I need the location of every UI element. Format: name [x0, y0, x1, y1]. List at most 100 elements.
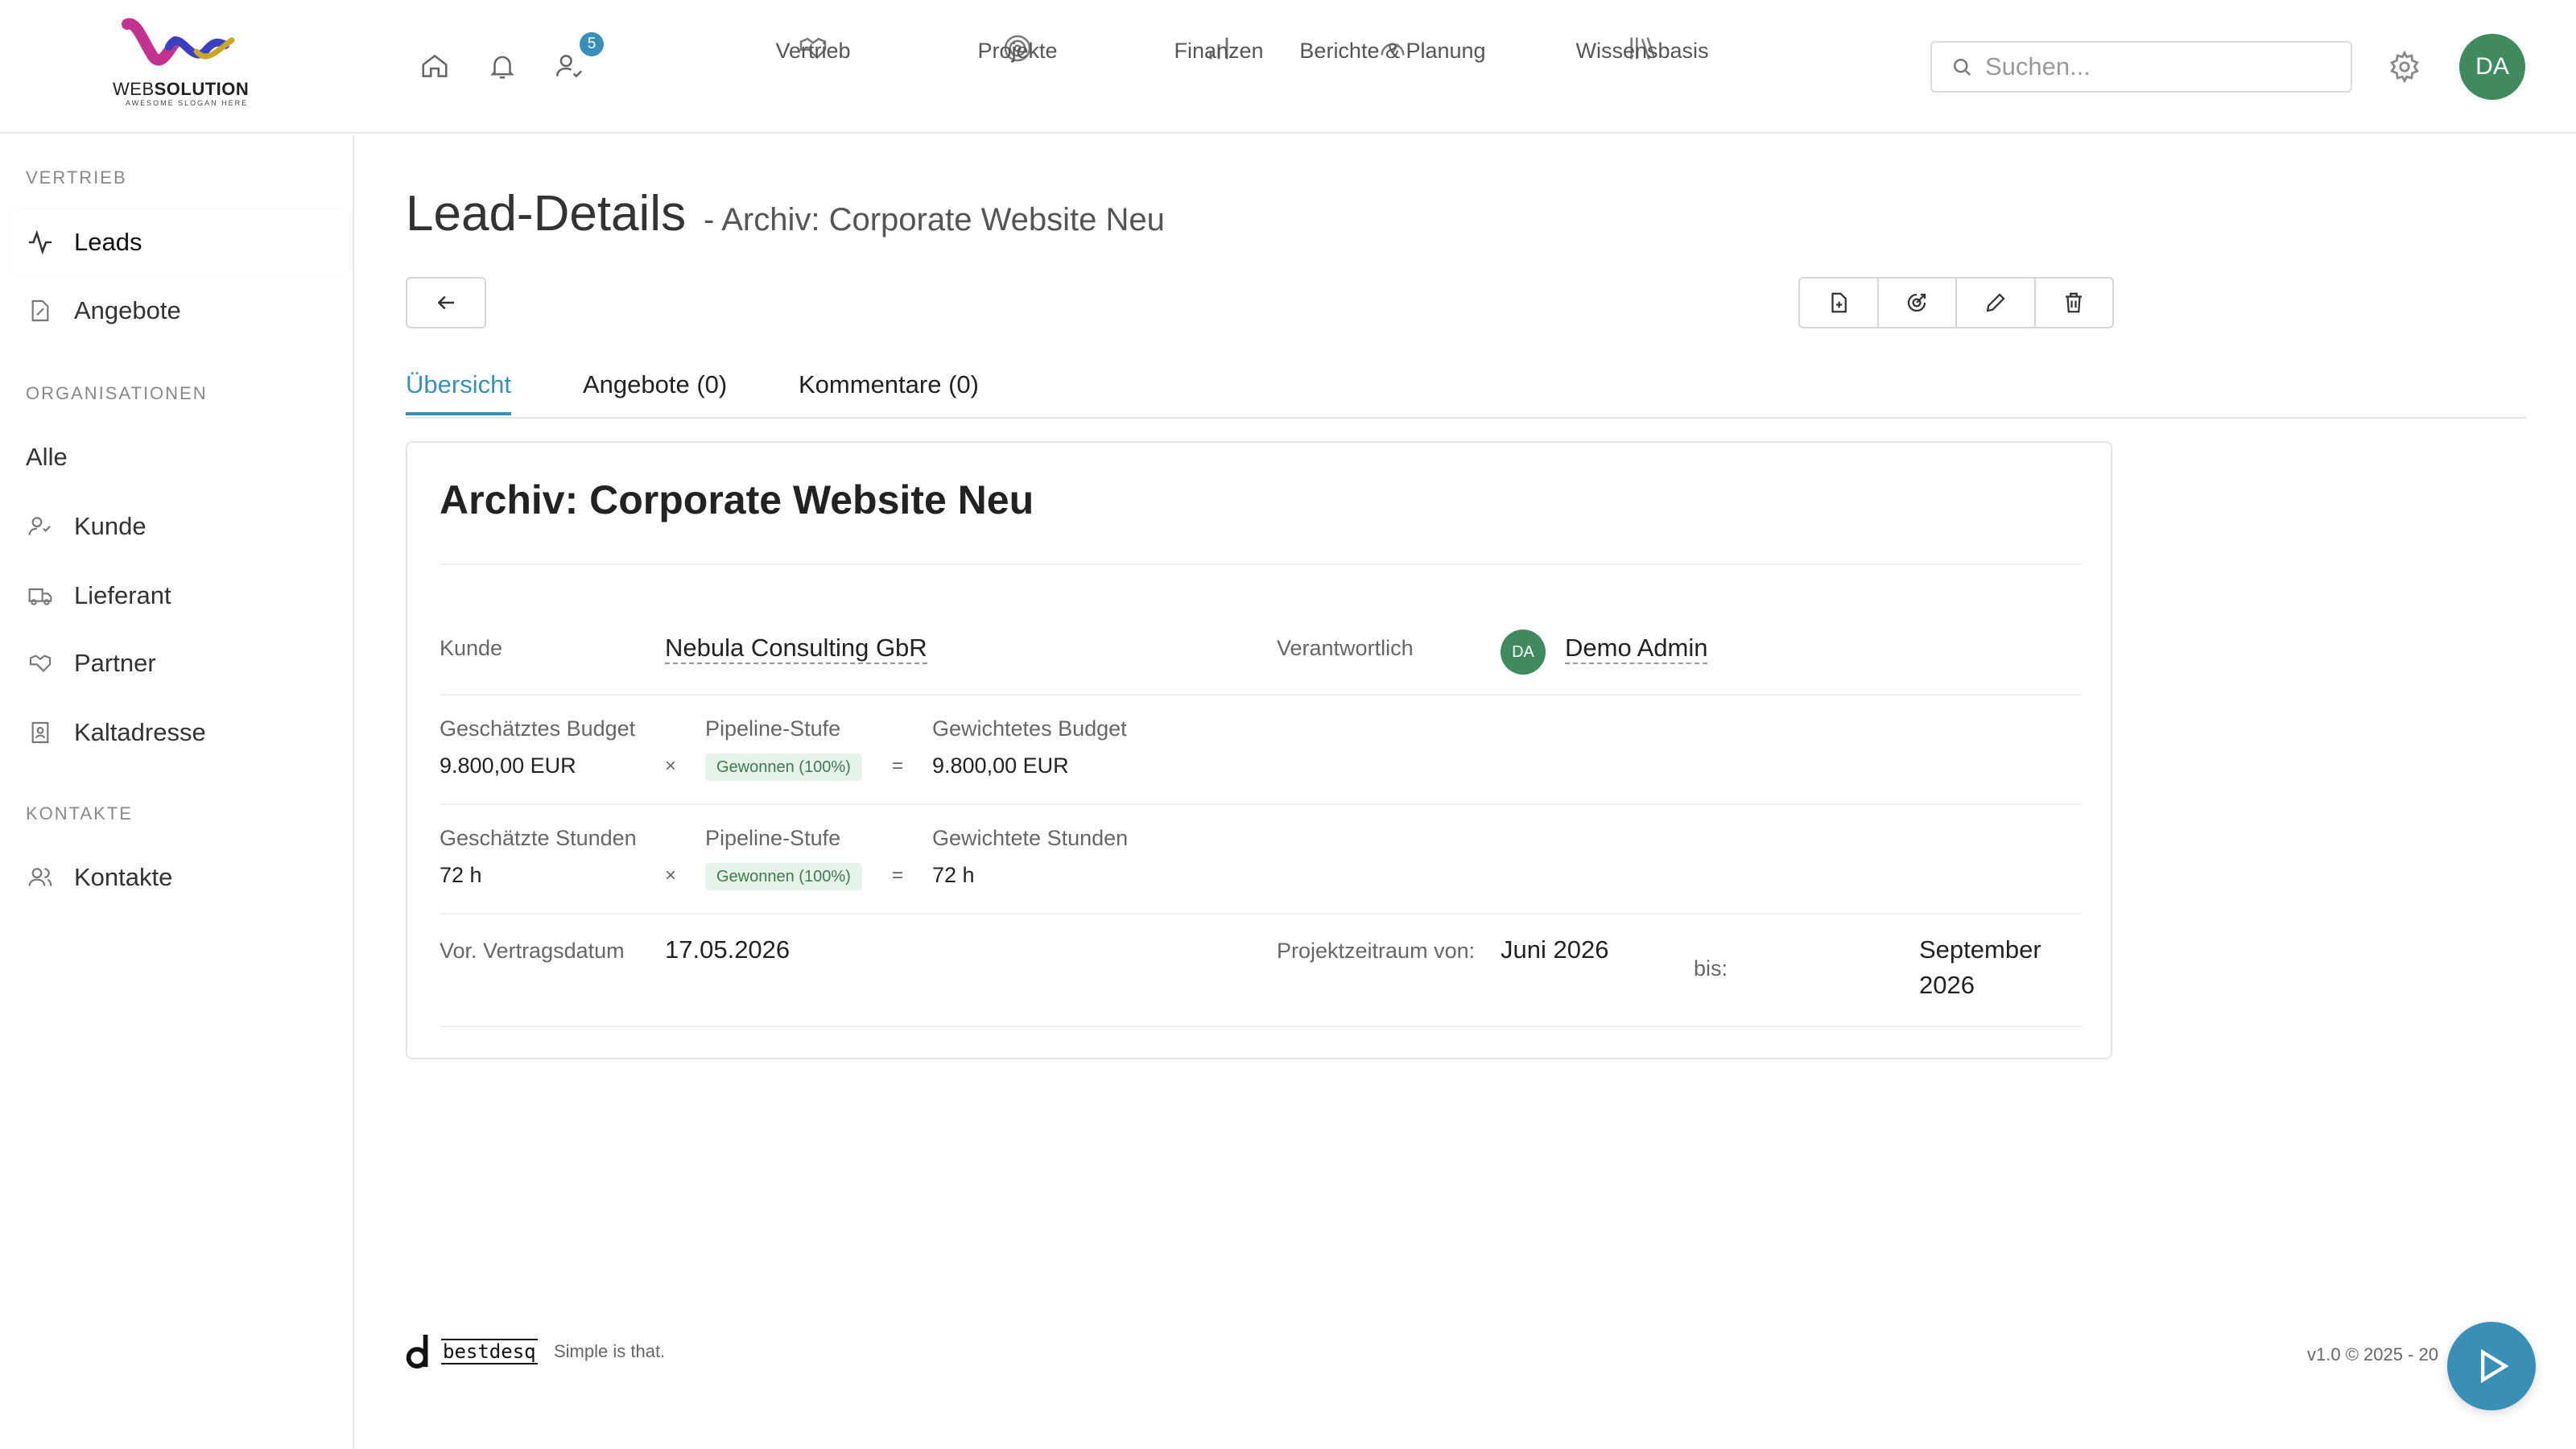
sidebar-item-alle[interactable]: Alle — [26, 438, 68, 477]
kunde-label: Kunde — [440, 636, 503, 660]
footer-tagline: Simple is that. — [554, 1341, 666, 1361]
nav-vertrieb[interactable]: Vertrieb — [775, 32, 851, 64]
arrow-left-icon — [437, 295, 454, 310]
target-arrow-icon — [1908, 293, 1926, 312]
settings-button[interactable] — [2388, 50, 2421, 88]
footer-version: v1.0 © 2025 - 20 — [2307, 1344, 2438, 1364]
users-icon — [28, 868, 52, 886]
tab-angebote[interactable]: Angebote (0) — [583, 370, 727, 412]
sidebar-item-label: Partner — [74, 649, 156, 677]
contract-date-label: Vor. Vertragsdatum — [440, 939, 625, 963]
nav-wissensbasis[interactable]: Wissensbasis — [1575, 32, 1709, 64]
budget-label: Geschätztes Budget — [440, 716, 636, 741]
file-plus-icon — [1831, 292, 1847, 313]
notification-badge: 5 — [580, 32, 604, 56]
search-input[interactable] — [1985, 52, 2339, 81]
nav-finanzen[interactable]: Finanzen — [1174, 32, 1264, 64]
equals-operator: = — [892, 865, 904, 886]
back-button[interactable] — [406, 277, 486, 328]
sidebar-item-lieferant[interactable]: Lieferant — [26, 576, 171, 615]
edit-button[interactable] — [1957, 279, 2036, 327]
user-tasks-button[interactable]: 5 — [551, 32, 604, 85]
trash-icon — [2066, 292, 2083, 313]
user-check-icon — [28, 517, 51, 535]
period-from-label: Projektzeitraum von: — [1277, 939, 1476, 963]
sidebar-item-kaltadresse[interactable]: Kaltadresse — [26, 713, 206, 752]
owner-avatar: DA — [1501, 630, 1546, 675]
sidebar-item-label: Kontakte — [74, 863, 173, 891]
bell-icon — [490, 56, 514, 79]
user-avatar[interactable]: DA — [2459, 34, 2525, 100]
notifications-bell-button[interactable] — [483, 47, 522, 85]
logo-swoosh-icon — [122, 18, 235, 66]
pipeline-stage-badge: Gewonnen (100%) — [705, 863, 862, 890]
times-operator: × — [665, 755, 677, 777]
convert-button[interactable] — [1879, 279, 1957, 327]
sidebar-item-kontakte[interactable]: Kontakte — [26, 858, 172, 897]
lead-detail-card: Archiv: Corporate Website Neu Kunde Nebu… — [406, 441, 2112, 1059]
activity-icon — [28, 229, 52, 255]
home-icon — [422, 54, 448, 77]
pipeline-stage-badge: Gewonnen (100%) — [705, 753, 862, 781]
weighted-budget-label: Gewichtetes Budget — [932, 716, 1127, 741]
weighted-hours-label: Gewichtete Stunden — [932, 826, 1129, 850]
footer-logo[interactable]: bestdesq — [406, 1335, 538, 1368]
sidebar-item-label: Lieferant — [74, 581, 171, 609]
sidebar-item-label: Kunde — [74, 512, 147, 540]
tab-uebersicht[interactable]: Übersicht — [406, 370, 511, 415]
export-file-button[interactable] — [1800, 279, 1879, 327]
sidebar-item-kunde[interactable]: Kunde — [26, 507, 147, 546]
file-edit-icon — [31, 299, 49, 322]
nav-berichte-planung[interactable]: Berichte & Planung — [1299, 32, 1485, 64]
sidebar-item-label: Angebote — [74, 296, 181, 324]
nav-label: Wissensbasis — [1575, 39, 1709, 63]
sidebar-item-label: Leads — [74, 228, 142, 256]
nav-label: Vertrieb — [775, 39, 851, 63]
search-icon — [1954, 59, 1971, 76]
sidebar-section-title: ORGANISATIONEN — [26, 383, 208, 403]
bestdesq-d-icon — [406, 1335, 428, 1368]
pencil-icon — [1986, 293, 2005, 312]
pipeline-stage-label: Pipeline-Stufe — [705, 716, 841, 741]
truck-icon — [28, 588, 52, 605]
gear-icon — [2390, 50, 2419, 84]
equals-operator: = — [892, 755, 904, 777]
nav-label: Berichte & Planung — [1299, 39, 1486, 63]
delete-button[interactable] — [2036, 279, 2113, 327]
page-subtitle: - Archiv: Corporate Website Neu — [704, 202, 1165, 237]
sidebar-item-angebote[interactable]: Angebote — [26, 291, 181, 330]
divider — [440, 803, 2082, 805]
nav-label: Finanzen — [1174, 39, 1264, 63]
sidebar-item-leads[interactable]: Leads — [10, 209, 351, 275]
weighted-hours-value: 72 h — [932, 863, 975, 887]
sidebar-item-label: Alle — [26, 443, 68, 471]
search-box[interactable] — [1930, 41, 2352, 93]
user-check-icon — [555, 55, 583, 78]
lead-title: Archiv: Corporate Website Neu — [440, 477, 1034, 522]
hours-label: Geschätzte Stunden — [440, 826, 637, 850]
tab-kommentare[interactable]: Kommentare (0) — [799, 370, 979, 412]
contact-book-icon — [31, 721, 49, 744]
verantwortlich-link[interactable]: Demo Admin — [1565, 633, 1708, 665]
play-icon — [2481, 1348, 2509, 1384]
kunde-link[interactable]: Nebula Consulting GbR — [665, 633, 927, 665]
nav-label: Projekte — [977, 39, 1058, 63]
period-to-value-year: 2026 — [1919, 971, 1975, 999]
footer-brand: bestdesq — [441, 1339, 538, 1364]
nav-projekte[interactable]: Projekte — [977, 32, 1058, 64]
hours-value: 72 h — [440, 863, 482, 887]
start-timer-button[interactable] — [2447, 1322, 2536, 1410]
company-logo[interactable]: WEBSOLUTION AWESOME SLOGAN HERE — [105, 18, 250, 111]
action-button-group — [1798, 277, 2114, 328]
home-button[interactable] — [415, 47, 454, 85]
period-to-value-month: September — [1919, 935, 2041, 964]
handshake-icon — [29, 654, 52, 672]
pipeline-stage-label: Pipeline-Stufe — [705, 826, 841, 850]
logo-wordmark: WEBSOLUTION — [113, 79, 250, 99]
divider — [440, 913, 2082, 914]
sidebar-item-partner[interactable]: Partner — [26, 644, 156, 683]
times-operator: × — [665, 865, 677, 886]
weighted-budget-value: 9.800,00 EUR — [932, 753, 1069, 778]
period-to-label: bis: — [1694, 956, 1728, 980]
sidebar: VERTRIEB Leads Angebote ORGANISATIONEN A… — [0, 135, 354, 1449]
